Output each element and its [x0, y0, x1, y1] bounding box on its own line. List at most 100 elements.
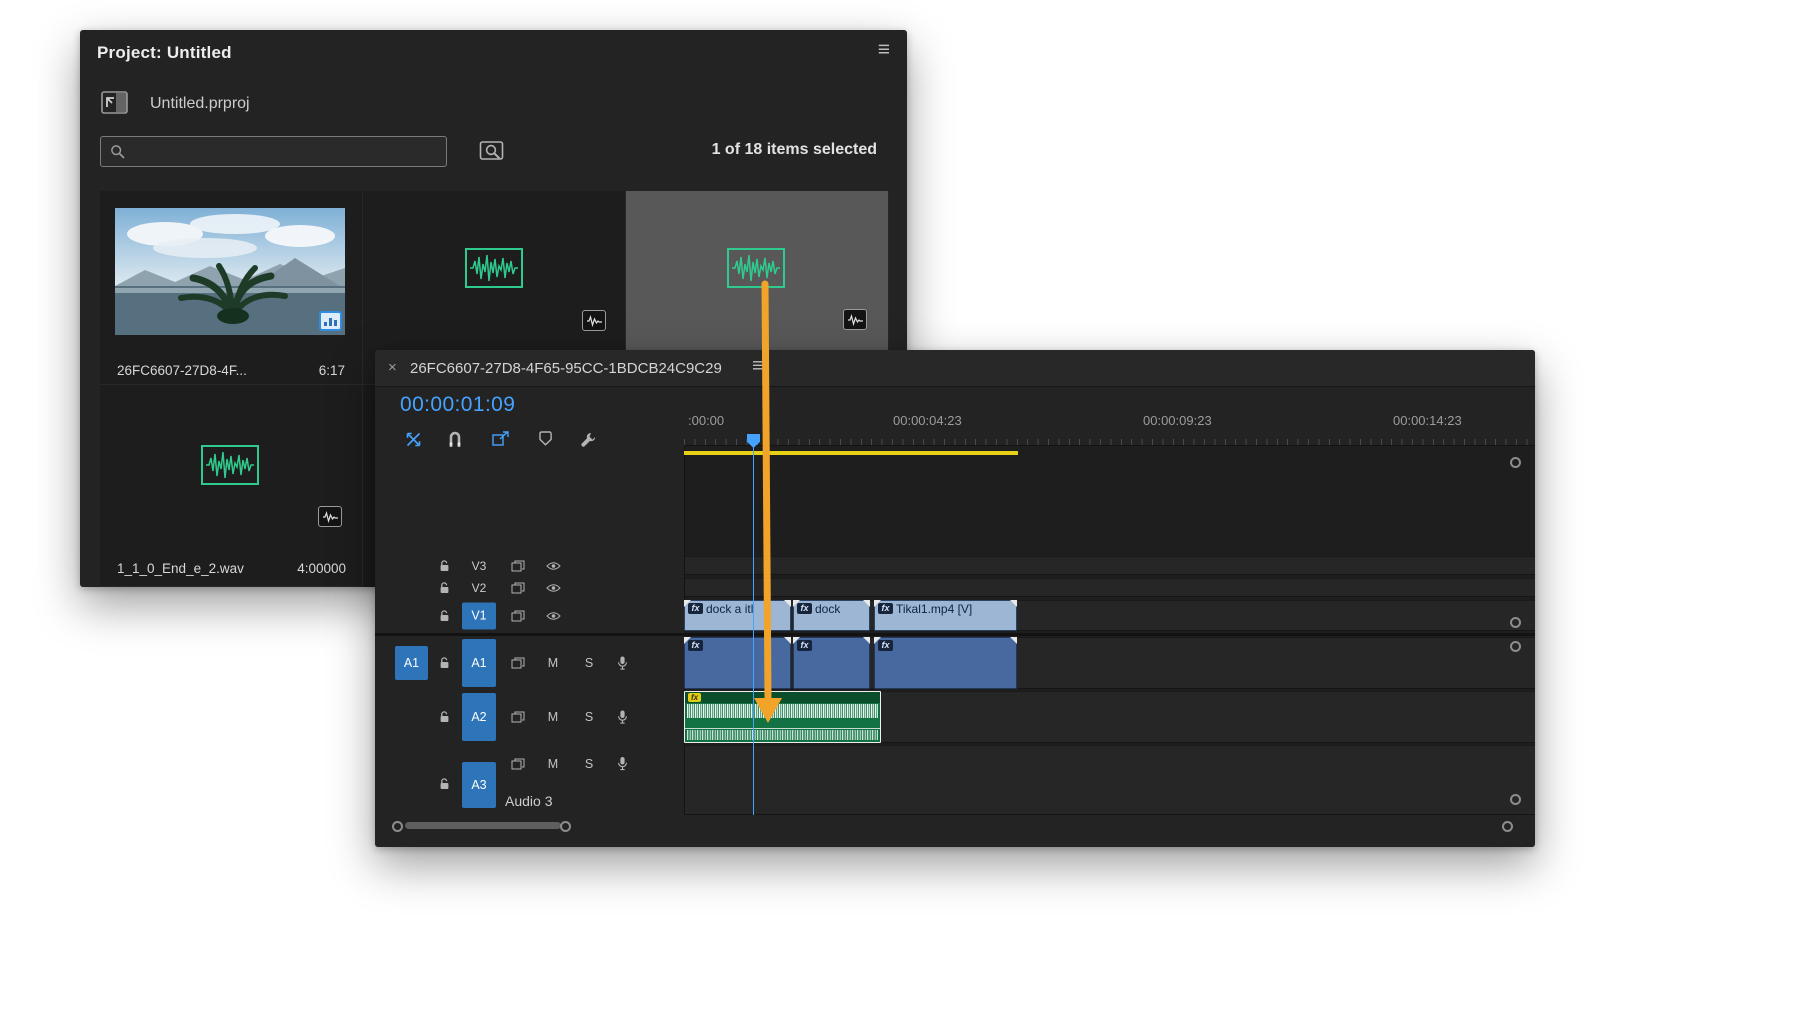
fx-badge: fx [688, 640, 703, 651]
sequence-tab[interactable]: 26FC6607-27D8-4F65-95CC-1BDCB24C9C29 [410, 360, 722, 377]
horizontal-scrollbar[interactable] [405, 822, 561, 829]
work-area-bar[interactable] [684, 451, 1018, 455]
audio-clip[interactable]: fx [793, 637, 870, 689]
fx-badge: fx [688, 603, 703, 614]
project-panel-title: Project: Untitled [97, 43, 232, 63]
mute-button[interactable]: M [546, 757, 560, 771]
selected-audio-clip[interactable]: fx [684, 691, 881, 743]
track-content-a3 [684, 745, 1535, 815]
vscroll-handle[interactable] [1510, 641, 1521, 652]
fx-badge: fx [878, 603, 893, 614]
waveform-band [687, 730, 878, 740]
playhead-timecode[interactable]: 00:00:01:09 [400, 393, 515, 417]
ruler-label: 00:00:04:23 [893, 413, 962, 428]
clip-label: Tikal1.mp4 [V] [896, 602, 1012, 616]
solo-button[interactable]: S [582, 656, 596, 670]
video-clip[interactable]: fx Tikal1.mp4 [V] [874, 600, 1017, 631]
search-input[interactable] [133, 138, 441, 165]
ruler-label: 00:00:09:23 [1143, 413, 1212, 428]
clip-corner-notch [863, 637, 870, 644]
lock-icon[interactable] [439, 657, 450, 669]
waveform-band [687, 704, 878, 718]
project-filename: Untitled.prproj [150, 95, 250, 113]
track-header-v1: V1 [375, 600, 684, 631]
track-target-a2[interactable]: A2 [462, 693, 496, 741]
lock-icon[interactable] [439, 778, 450, 790]
close-tab-icon[interactable]: × [388, 359, 397, 376]
media-item-name: 1_1_0_End_e_2.wav [117, 561, 244, 576]
track-name-audio3[interactable]: Audio 3 [505, 793, 552, 809]
voiceover-mic-icon[interactable] [617, 656, 628, 671]
sync-lock-icon[interactable] [511, 560, 525, 572]
track-output-eye-icon[interactable] [546, 561, 561, 571]
fx-badge: fx [797, 640, 812, 651]
linked-selection-icon[interactable] [492, 431, 509, 446]
track-label-v2[interactable]: V2 [462, 581, 496, 595]
selection-status: 1 of 18 items selected [712, 141, 877, 159]
audio-clip[interactable]: fx [874, 637, 1017, 689]
track-label-v3[interactable]: V3 [462, 559, 496, 573]
playhead-line [753, 446, 754, 815]
sync-lock-icon[interactable] [511, 711, 525, 723]
video-clip[interactable]: fx dock [793, 600, 870, 631]
panel-menu-icon[interactable]: ≡ [878, 38, 890, 62]
project-bin-icon[interactable] [101, 91, 128, 114]
sync-lock-icon[interactable] [511, 657, 525, 669]
lock-icon[interactable] [439, 582, 450, 594]
video-audio-divider [375, 633, 1535, 636]
hscroll-end-handle[interactable] [1502, 821, 1513, 832]
mute-button[interactable]: M [546, 656, 560, 670]
track-header-a1: A1 M S [375, 637, 684, 689]
search-box[interactable] [100, 136, 447, 167]
sync-lock-icon[interactable] [511, 758, 525, 770]
lock-icon[interactable] [439, 711, 450, 723]
audio-clip[interactable]: fx [684, 637, 791, 689]
hscroll-left-handle[interactable] [392, 821, 403, 832]
track-target-a3[interactable]: A3 [462, 762, 496, 808]
nest-toggle-icon[interactable] [405, 431, 422, 448]
vscroll-handle[interactable] [1510, 794, 1521, 805]
sequence-badge-icon [319, 311, 342, 331]
lock-icon[interactable] [439, 560, 450, 572]
clip-label: dock [815, 602, 865, 616]
fx-badge: fx [797, 603, 812, 614]
timeline-tab-bar: × 26FC6607-27D8-4F65-95CC-1BDCB24C9C29 ≡ [375, 350, 1535, 387]
solo-button[interactable]: S [582, 710, 596, 724]
clip-corner-notch [1010, 637, 1017, 644]
sync-lock-icon[interactable] [511, 582, 525, 594]
desktop: Project: Untitled ≡ Untitled.prproj [0, 0, 1800, 1012]
solo-button[interactable]: S [582, 757, 596, 771]
track-header-v3: V3 [375, 556, 684, 575]
add-marker-icon[interactable] [539, 431, 552, 446]
video-clip[interactable]: fx dock a itl [684, 600, 791, 631]
media-item-photo[interactable]: 26FC6607-27D8-4F... 6:17 [100, 191, 363, 385]
volume-line[interactable] [685, 728, 880, 729]
track-content-v3 [684, 556, 1535, 575]
ruler-label: :00:00 [688, 413, 724, 428]
track-content-v2 [684, 578, 1535, 597]
voiceover-mic-icon[interactable] [617, 710, 628, 725]
ruler-label: 00:00:14:23 [1393, 413, 1462, 428]
vscroll-handle[interactable] [1510, 617, 1521, 628]
hscroll-right-handle[interactable] [560, 821, 571, 832]
audio-media-badge-icon [843, 309, 867, 330]
mute-button[interactable]: M [546, 710, 560, 724]
voiceover-mic-icon[interactable] [617, 756, 628, 771]
lock-icon[interactable] [439, 610, 450, 622]
track-target-a1[interactable]: A1 [462, 639, 496, 687]
clip-title-strip: fx [685, 692, 880, 703]
media-item-wav[interactable]: 1_1_0_End_e_2.wav 4:00000 [100, 385, 363, 587]
audio-media-badge-icon [582, 310, 606, 331]
clip-corner-notch [784, 637, 791, 644]
sync-lock-icon[interactable] [511, 610, 525, 622]
find-button[interactable] [479, 138, 507, 164]
track-output-eye-icon[interactable] [546, 611, 561, 621]
vscroll-handle[interactable] [1510, 457, 1521, 468]
timeline-settings-wrench-icon[interactable] [580, 431, 597, 448]
track-target-v1[interactable]: V1 [462, 602, 496, 629]
audio-media-badge-icon [318, 506, 342, 527]
panel-menu-icon[interactable]: ≡ [752, 355, 764, 378]
audio-waveform-icon [727, 248, 785, 288]
track-output-eye-icon[interactable] [546, 583, 561, 593]
snap-magnet-icon[interactable] [448, 431, 462, 448]
